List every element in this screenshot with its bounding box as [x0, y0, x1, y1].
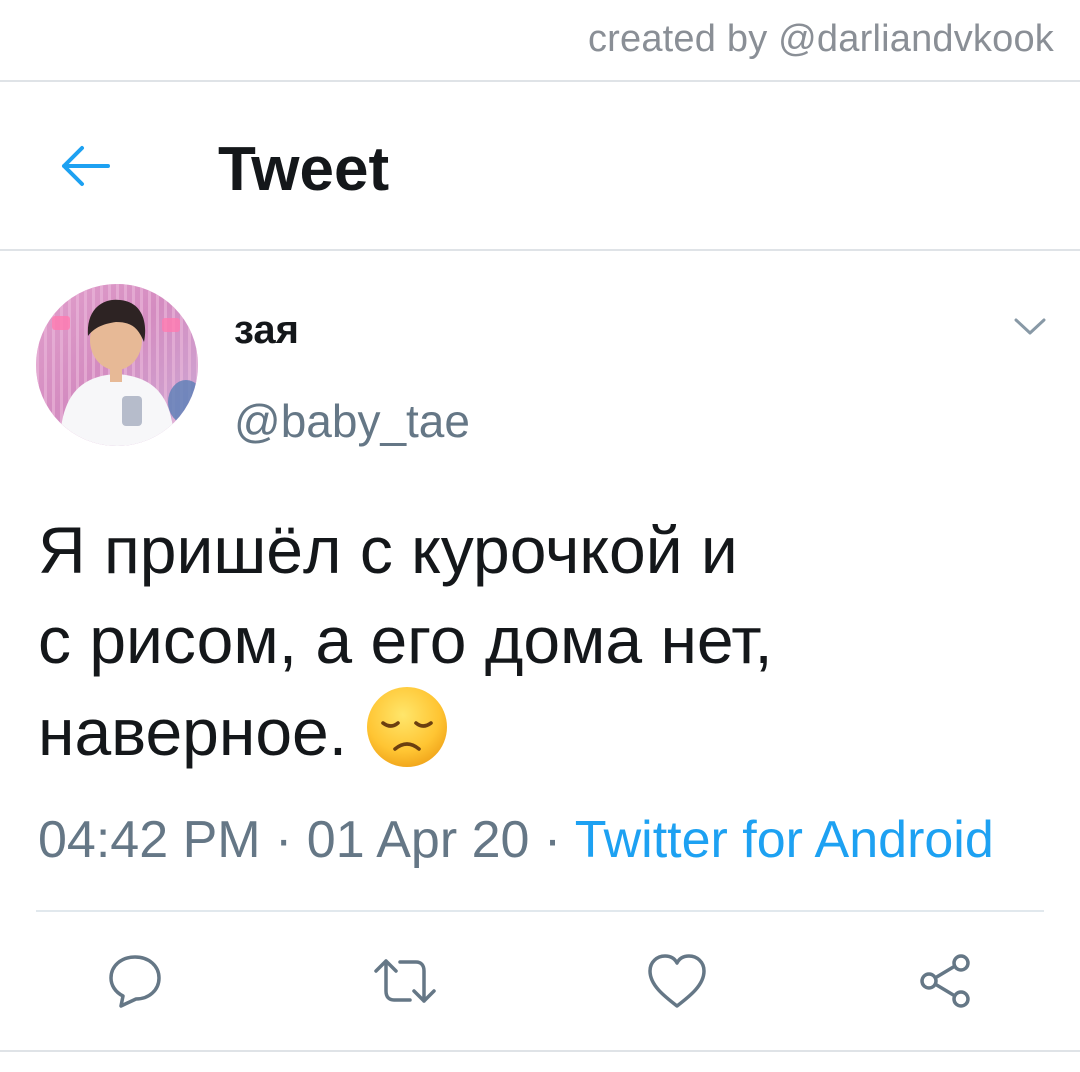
display-name[interactable]: зая	[234, 308, 299, 353]
divider	[0, 249, 1080, 251]
watermark: created by @darliandvkook	[587, 18, 1054, 60]
tweet-text-line: Я пришёл с курочкой и	[38, 513, 738, 587]
back-button[interactable]	[52, 140, 116, 192]
page-title: Tweet	[218, 135, 390, 204]
chevron-down-icon	[1014, 318, 1046, 335]
tweet-time: 04:42 PM	[38, 811, 261, 869]
tweet-metadata: 04:42 PM · 01 Apr 20 · Twitter for Andro…	[38, 810, 994, 870]
avatar-photo	[36, 284, 198, 446]
meta-separator: ·	[529, 811, 575, 869]
arrow-left-icon	[62, 146, 110, 186]
divider	[0, 1050, 1080, 1052]
tweet-text-fragment: наверное.	[38, 695, 348, 769]
retweet-icon	[374, 959, 436, 1003]
tweet-header: Tweet	[0, 82, 1080, 249]
tweet-source-link[interactable]: Twitter for Android	[575, 811, 994, 869]
tweet-text-line: с рисом, а его дома нет,	[38, 603, 773, 677]
like-icon	[648, 954, 706, 1008]
tweet-date: 01 Apr 20	[306, 811, 530, 869]
avatar[interactable]	[36, 284, 198, 446]
reply-button[interactable]	[100, 946, 170, 1016]
retweet-button[interactable]	[370, 946, 440, 1016]
user-handle[interactable]: @baby_tae	[234, 394, 470, 448]
tweet-text-line: наверное.	[38, 685, 1038, 791]
disappointed-face-icon	[365, 685, 449, 791]
reply-icon	[109, 955, 161, 1008]
meta-separator: ·	[260, 811, 307, 869]
tweet-actions	[0, 946, 1080, 1016]
share-button[interactable]	[910, 946, 980, 1016]
divider	[36, 910, 1044, 912]
like-button[interactable]	[642, 946, 712, 1016]
share-icon	[920, 954, 970, 1008]
more-options-button[interactable]	[1010, 312, 1050, 342]
tweet-text: Я пришёл с курочкой и с рисом, а его дом…	[38, 505, 1038, 791]
